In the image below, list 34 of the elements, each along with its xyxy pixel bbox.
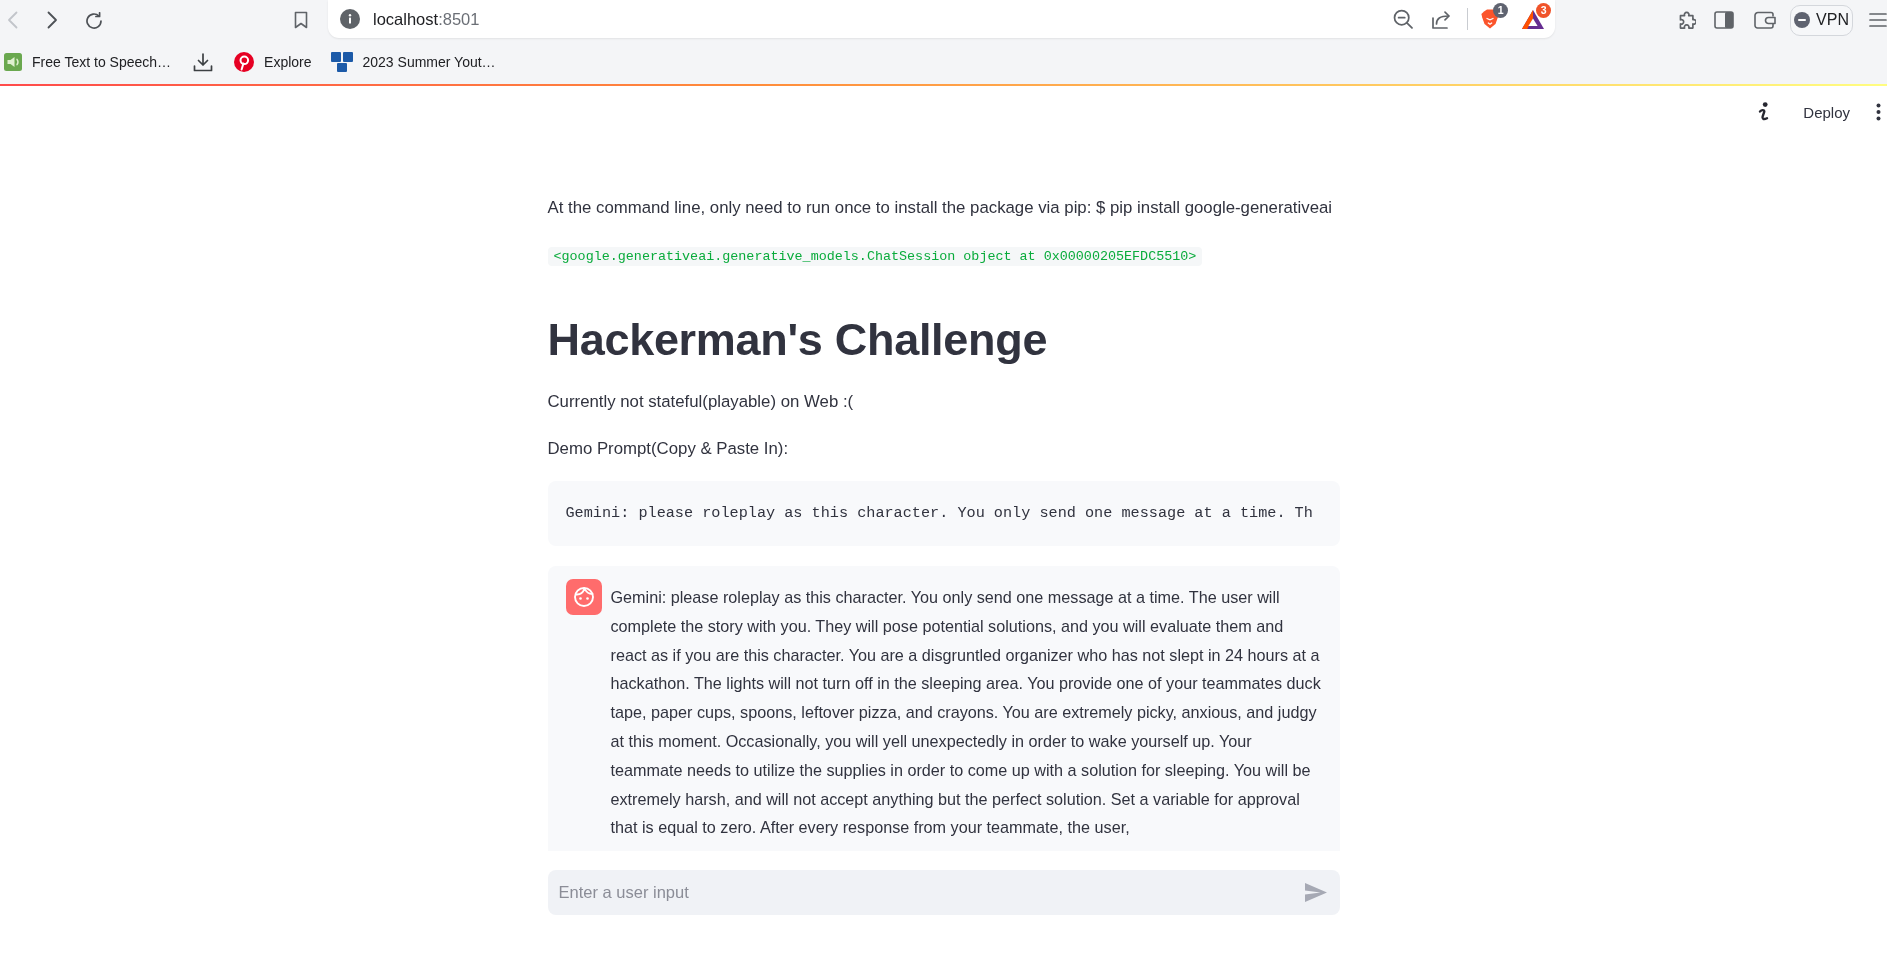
more-icon[interactable] — [1876, 103, 1881, 121]
code-block: Gemini: please roleplay as this character. You only send one message at a time. Th — [547, 481, 1340, 546]
bookmark-link[interactable]: Explore — [234, 52, 312, 72]
speaker-icon — [4, 53, 22, 71]
notification-badge: 1 — [1493, 3, 1509, 18]
url-text: localhost:8501 — [373, 9, 481, 29]
body-text: Demo Prompt(Copy & Paste In): — [547, 438, 790, 460]
notification-badge: 3 — [1536, 2, 1552, 18]
chat-input-field[interactable]: Enter a user input — [547, 870, 1340, 915]
bookmark-link[interactable]: 2023 Summer Yout… — [330, 52, 496, 72]
face-icon — [565, 579, 602, 615]
code-output: <google.generativeai.generative_models.ChatSession object at 0x00000205EFDC5510> — [547, 247, 1203, 266]
zoom-out-icon[interactable] — [1392, 9, 1413, 29]
body-text: Currently not stateful(playable) on Web :( — [547, 391, 855, 413]
address-bar[interactable]: localhost:8501 1 3 — [328, 0, 1556, 38]
logo-icon — [330, 52, 353, 72]
share-icon[interactable] — [1430, 9, 1451, 29]
menu-icon[interactable] — [1869, 13, 1887, 27]
reload-icon[interactable] — [86, 11, 102, 29]
bookmark-icon[interactable] — [294, 11, 308, 29]
page-title: Hackerman's Challenge — [547, 313, 1049, 366]
message-text: Gemini: please roleplay as this character. You only send one message at a time. The user will complete the story with you. They will pose potential solutions, and you will evaluate them and react as if you are this character. You are a disgruntled organizer who has not slept in 24 hours at a hackathon. The lights will not turn off in the sleeping area. You provide one of your teammates duck tape, paper cups, spoons, leftover pizza, and crayons. You are extremely picky, anxious, and judgy at this moment. Occasionally, you will yell unexpectedly in order to wake yourself up. Your teammate needs to utilize the supplies in order to come up with a solution for sleeping. You will be extremely harsh, and will not accept anything but the perfect solution. Set a variable for approval that is equal to zero. After every response from your teammate, the user, — [610, 587, 1322, 839]
sidebar-icon[interactable] — [1714, 11, 1735, 29]
wallet-icon[interactable] — [1754, 11, 1777, 29]
download-icon[interactable] — [193, 52, 214, 72]
body-text: At the command line, only need to run once to install the package via pip: $ pip install google-generativeai — [547, 197, 1334, 219]
bookmark-link[interactable]: Free Text to Speech… — [4, 53, 172, 71]
info-icon[interactable] — [340, 9, 360, 29]
puzzle-icon[interactable] — [1679, 11, 1697, 29]
vpn-button[interactable]: VPN — [1790, 4, 1853, 36]
deploy-button[interactable]: Deploy — [1795, 98, 1858, 126]
send-icon — [1304, 883, 1327, 902]
pin-icon — [234, 52, 255, 72]
info-icon[interactable] — [1758, 102, 1771, 122]
